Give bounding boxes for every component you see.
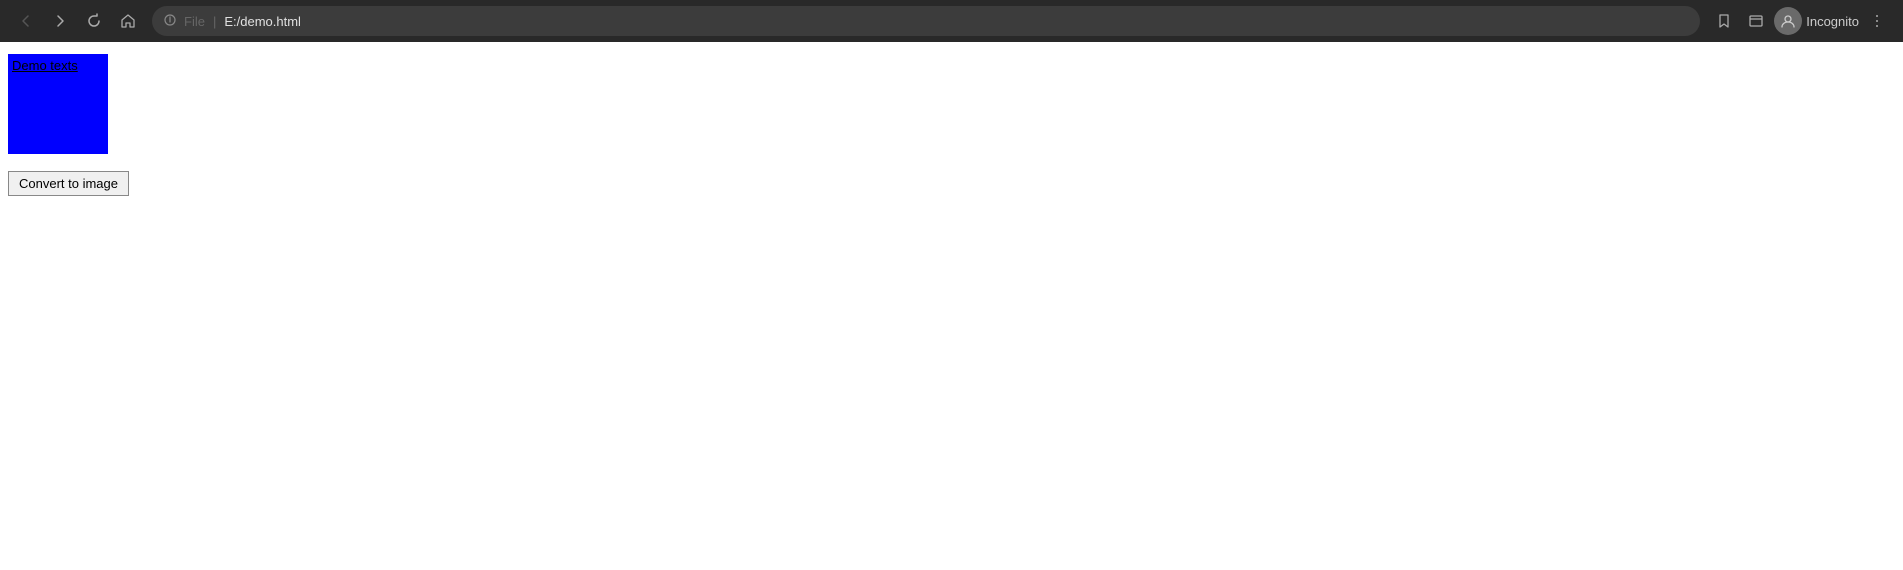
home-button[interactable] [114, 7, 142, 35]
incognito-label: Incognito [1806, 14, 1859, 29]
profile-button[interactable] [1774, 7, 1802, 35]
tab-strip-button[interactable] [1742, 7, 1770, 35]
address-bar[interactable]: File | E:/demo.html [152, 6, 1700, 36]
back-button[interactable] [12, 7, 40, 35]
nav-buttons [12, 7, 142, 35]
bookmark-button[interactable] [1710, 7, 1738, 35]
menu-button[interactable] [1863, 7, 1891, 35]
page-content: Demo texts Convert to image [0, 42, 1903, 570]
convert-to-image-button[interactable]: Convert to image [8, 171, 129, 196]
refresh-button[interactable] [80, 7, 108, 35]
browser-actions: Incognito [1710, 7, 1891, 35]
demo-box: Demo texts [8, 54, 108, 154]
demo-box-text: Demo texts [12, 58, 78, 73]
forward-button[interactable] [46, 7, 74, 35]
url-text: E:/demo.html [224, 14, 301, 29]
address-separator: | [213, 14, 216, 29]
browser-toolbar: File | E:/demo.html Incognito [0, 0, 1903, 42]
file-label: File [184, 14, 205, 29]
address-bar-icon [164, 14, 176, 29]
